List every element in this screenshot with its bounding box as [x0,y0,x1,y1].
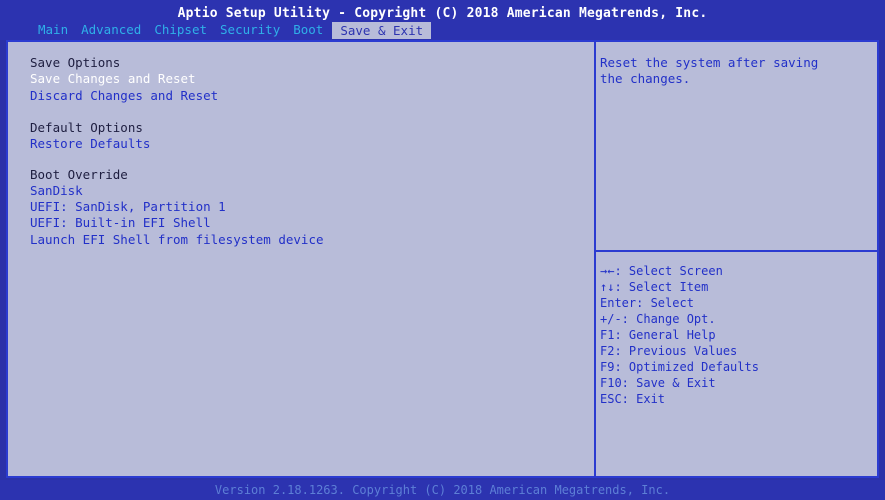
tab-save-exit[interactable]: Save & Exit [332,22,432,39]
key-esc-exit: ESC: Exit [600,392,666,406]
key-change-opt: +/-: Change Opt. [600,312,716,326]
discard-changes-and-reset-item[interactable]: Discard Changes and Reset [30,88,218,103]
tab-bar: Main Advanced Chipset Security Boot Save… [38,22,444,39]
save-options-heading: Save Options [30,55,121,70]
version-text: Version 2.18.1263. Copyright (C) 2018 Am… [214,483,671,497]
key-optimized-defaults: F9: Optimized Defaults [600,360,759,374]
help-text-line-2: the changes. [600,71,691,86]
boot-override-sandisk-item[interactable]: SanDisk [30,183,83,198]
launch-efi-shell-item[interactable]: Launch EFI Shell from filesystem device [30,232,324,247]
window-title: Aptio Setup Utility - Copyright (C) 2018… [177,6,708,21]
main-panel: Save Options Save Changes and Reset Disc… [6,40,879,478]
default-options-heading: Default Options [30,120,143,135]
footer-bar: Version 2.18.1263. Copyright (C) 2018 Am… [0,480,885,500]
key-general-help: F1: General Help [600,328,716,342]
options-pane: Save Options Save Changes and Reset Disc… [8,42,594,476]
key-enter-select: Enter: Select [600,296,694,310]
header-bar: Aptio Setup Utility - Copyright (C) 2018… [0,0,885,40]
tab-boot[interactable]: Boot [293,22,323,38]
key-save-exit: F10: Save & Exit [600,376,716,390]
key-select-screen: →←: Select Screen [600,264,723,278]
key-select-item: ↑↓: Select Item [600,280,709,294]
tab-chipset[interactable]: Chipset [154,22,207,38]
tab-security[interactable]: Security [220,22,280,38]
bios-screen: Aptio Setup Utility - Copyright (C) 2018… [0,0,885,500]
help-pane: Reset the system after saving the change… [596,42,877,476]
key-previous-values: F2: Previous Values [600,344,738,358]
help-text-line-1: Reset the system after saving [600,55,819,70]
save-changes-and-reset-item[interactable]: Save Changes and Reset [30,71,196,86]
boot-override-heading: Boot Override [30,167,128,182]
horizontal-divider [596,250,877,252]
tab-main[interactable]: Main [38,22,68,38]
tab-advanced[interactable]: Advanced [81,22,141,38]
boot-override-efi-shell-item[interactable]: UEFI: Built-in EFI Shell [30,215,211,230]
restore-defaults-item[interactable]: Restore Defaults [30,136,150,151]
key-legend: →←: Select Screen ↑↓: Select Item Enter:… [600,263,759,407]
boot-override-uefi-sandisk-item[interactable]: UEFI: SanDisk, Partition 1 [30,199,226,214]
